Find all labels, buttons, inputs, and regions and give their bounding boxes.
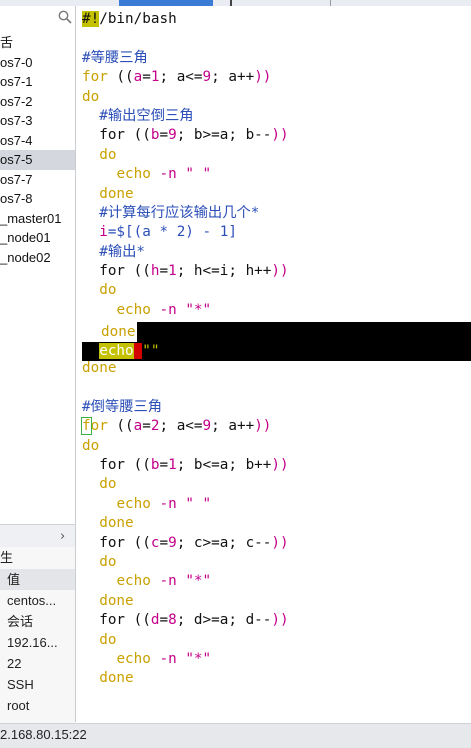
properties-value-header: 值	[0, 569, 75, 590]
cursor: f	[81, 417, 92, 436]
code-line: for ((a=2; a<=9; a++))	[81, 417, 272, 436]
code-line: done	[82, 360, 117, 377]
properties-title: 生	[0, 550, 14, 565]
properties-panel: 生 值 centos... 会话 192.16... 22 SSH root	[0, 547, 75, 728]
session-tree: 舌 os7-0 os7-1 os7-2 os7-3 os7-4 os7-5 os…	[0, 33, 75, 267]
session-item[interactable]: _node01	[0, 228, 75, 248]
code-line: echo -n " "	[116, 166, 212, 183]
property-value: centos...	[7, 593, 57, 608]
session-item[interactable]: os7-2	[0, 92, 75, 112]
code-line: do	[99, 146, 117, 163]
code-line: for ((b=9; b>=a; b--))	[99, 127, 289, 144]
comment-line: #等腰三角	[82, 49, 148, 66]
code-line: done	[99, 592, 134, 609]
property-value: SSH	[7, 677, 34, 692]
code-line: for ((c=9; c>=a; c--))	[99, 534, 289, 551]
code-line: #输出空倒三角	[99, 107, 194, 124]
code-line: echo -n "*"	[116, 650, 212, 667]
code-line: i=$[(a * 2) - 1]	[99, 224, 237, 241]
code-line: #输出*	[99, 243, 146, 260]
code-line: do	[99, 631, 117, 648]
property-value: 192.16...	[7, 635, 58, 650]
code-line: do	[82, 437, 100, 454]
selected-echo-line: echo ""	[99, 343, 160, 359]
code-line: echo -n " "	[116, 495, 212, 512]
code-line: do	[99, 282, 117, 299]
code-line: do	[99, 476, 117, 493]
terminal-editor[interactable]: #!/bin/bash #等腰三角 for ((a=1; a<=9; a++))…	[76, 6, 471, 722]
session-item-selected[interactable]: os7-5	[0, 150, 75, 170]
code-line: echo -n "*"	[116, 301, 212, 318]
code-line: echo -n "*"	[116, 573, 212, 590]
session-sidebar: 舌 os7-0 os7-1 os7-2 os7-3 os7-4 os7-5 os…	[0, 6, 76, 728]
code-line: #!/bin/bash	[82, 11, 177, 27]
session-item[interactable]: os7-4	[0, 131, 75, 151]
code-line: for ((h=1; h<=i; h++))	[99, 263, 289, 280]
session-item[interactable]: os7-0	[0, 53, 75, 73]
property-value: 22	[7, 656, 22, 671]
selected-done-line: done	[101, 324, 136, 340]
echo-highlight: echo	[99, 343, 134, 359]
shebang-highlight: #!	[82, 11, 100, 27]
chevron-right-icon[interactable]: ›	[60, 529, 65, 544]
code-line: for ((a=1; a<=9; a++))	[82, 69, 272, 86]
status-host: 2.168.80.15:22	[0, 727, 87, 742]
code-line: done	[99, 670, 134, 687]
code-line: for ((b=1; b<=a; b++))	[99, 456, 289, 473]
status-bar: 2.168.80.15:22	[0, 723, 471, 748]
code-line: #计算每行应该输出几个*	[99, 204, 260, 221]
property-value: 会话	[7, 614, 34, 629]
session-item[interactable]: os7-7	[0, 170, 75, 190]
horizontal-scrollbar[interactable]: ›	[0, 524, 75, 547]
code-line: for ((d=8; d>=a; d--))	[99, 612, 289, 629]
session-item[interactable]: _master01	[0, 209, 75, 229]
code-line: done	[99, 185, 134, 202]
code-line: done	[99, 515, 134, 532]
property-value: root	[7, 698, 30, 713]
session-item[interactable]: os7-8	[0, 189, 75, 209]
session-item[interactable]: os7-3	[0, 111, 75, 131]
session-item[interactable]: _node02	[0, 248, 75, 268]
code-line: do	[99, 553, 117, 570]
search-icon[interactable]	[58, 10, 72, 24]
comment-line: #倒等腰三角	[82, 398, 163, 415]
session-item[interactable]: os7-1	[0, 72, 75, 92]
session-item[interactable]: 舌	[0, 33, 75, 53]
code-line: do	[82, 88, 100, 105]
